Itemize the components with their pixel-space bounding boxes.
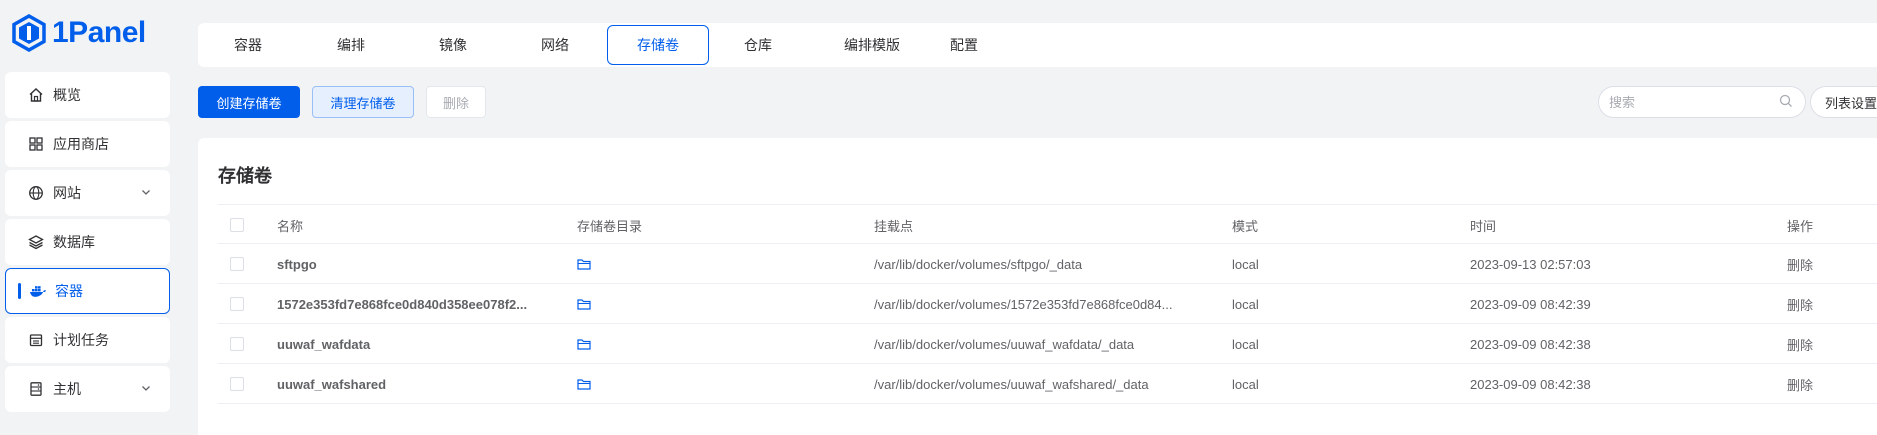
volume-name-link[interactable]: uuwaf_wafdata	[277, 324, 557, 364]
logo-hexagon-icon	[12, 14, 46, 52]
sidebar-item-label: 应用商店	[53, 136, 109, 152]
row-checkbox[interactable]	[230, 377, 244, 391]
table-row: sftpgo /var/lib/docker/volumes/sftpgo/_d…	[218, 244, 1877, 284]
sidebar-item-container[interactable]: 容器	[5, 268, 170, 314]
create-volume-button[interactable]: 创建存储卷	[198, 86, 300, 118]
volume-name-link[interactable]: sftpgo	[277, 244, 557, 284]
calendar-icon	[27, 331, 45, 349]
search-input[interactable]	[1609, 94, 1779, 110]
time-text: 2023-09-09 08:42:38	[1470, 376, 1591, 392]
column-header-mode: 模式	[1232, 218, 1259, 234]
tab-settings[interactable]: 配置	[926, 25, 1002, 65]
search-box	[1598, 86, 1806, 118]
row-checkbox[interactable]	[230, 257, 244, 271]
table-row: uuwaf_wafdata /var/lib/docker/volumes/uu…	[218, 324, 1877, 364]
mode-text: local	[1232, 336, 1259, 352]
logo-text: 1Panel	[52, 16, 146, 49]
card-title: 存储卷	[218, 166, 272, 186]
search-icon[interactable]	[1779, 94, 1793, 111]
sidebar-item-label: 主机	[53, 381, 81, 397]
sidebar-item-label: 数据库	[53, 234, 95, 250]
column-header-mountpoint: 挂载点	[874, 218, 914, 234]
tab-networks[interactable]: 网络	[517, 25, 593, 65]
globe-icon	[27, 184, 45, 202]
time-text: 2023-09-09 08:42:39	[1470, 296, 1591, 312]
layers-icon	[27, 233, 45, 251]
prune-volumes-button[interactable]: 清理存储卷	[312, 86, 414, 118]
row-delete-button[interactable]: 删除	[1787, 244, 1813, 284]
volumes-table: 名称 存储卷目录 挂载点 模式 时间 操作 sftpgo /var/lib/do…	[218, 204, 1877, 404]
sidebar-item-website[interactable]: 网站	[5, 170, 170, 216]
select-all-checkbox[interactable]	[230, 218, 244, 232]
mode-text: local	[1232, 376, 1259, 392]
folder-icon[interactable]	[577, 324, 591, 364]
mode-text: local	[1232, 296, 1259, 312]
column-header-name[interactable]: 名称	[277, 205, 303, 245]
mountpoint-text: /var/lib/docker/volumes/sftpgo/_data	[874, 256, 1083, 272]
column-settings-button[interactable]: 列表设置	[1810, 86, 1877, 118]
time-text: 2023-09-09 08:42:38	[1470, 336, 1591, 352]
sidebar-item-label: 容器	[55, 283, 83, 299]
app-logo[interactable]: 1Panel	[12, 14, 146, 52]
sidebar-item-app-store[interactable]: 应用商店	[5, 121, 170, 167]
table-row: uuwaf_wafshared /var/lib/docker/volumes/…	[218, 364, 1877, 404]
home-icon	[27, 86, 45, 104]
mountpoint-text: /var/lib/docker/volumes/uuwaf_wafdata/_d…	[874, 336, 1135, 352]
time-text: 2023-09-13 02:57:03	[1470, 256, 1591, 272]
tab-compose-templates[interactable]: 编排模版	[824, 25, 920, 65]
folder-icon[interactable]	[577, 364, 591, 404]
volume-name-link[interactable]: 1572e353fd7e868fce0d840d358ee078f2...	[277, 284, 557, 324]
column-header-time: 时间	[1470, 218, 1497, 234]
sidebar-item-label: 网站	[53, 185, 81, 201]
tab-containers[interactable]: 容器	[210, 25, 286, 65]
sidebar-item-overview[interactable]: 概览	[5, 72, 170, 118]
server-icon	[27, 380, 45, 398]
grid-icon	[27, 135, 45, 153]
sidebar-item-label: 计划任务	[53, 332, 109, 348]
mode-text: local	[1232, 256, 1259, 272]
sidebar-item-host[interactable]: 主机	[5, 366, 170, 412]
table-header: 名称 存储卷目录 挂载点 模式 时间 操作	[218, 204, 1877, 244]
row-checkbox[interactable]	[230, 337, 244, 351]
tab-images[interactable]: 镜像	[415, 25, 491, 65]
sidebar: 1Panel 概览 应用商店 网站 数据库 容器 计划任务 主机	[0, 0, 178, 435]
top-tab-bar: 容器 编排 镜像 网络 存储卷 仓库 编排模版 配置	[198, 23, 1877, 67]
docker-icon	[29, 282, 47, 300]
tab-volumes[interactable]: 存储卷	[607, 25, 709, 65]
mountpoint-text: /var/lib/docker/volumes/1572e353fd7e868f…	[874, 296, 1173, 312]
chevron-down-icon	[140, 185, 152, 201]
tab-registries[interactable]: 仓库	[720, 25, 796, 65]
delete-button[interactable]: 删除	[426, 86, 486, 118]
row-delete-button[interactable]: 删除	[1787, 324, 1813, 364]
active-indicator	[18, 283, 21, 299]
column-header-actions: 操作	[1787, 218, 1814, 234]
chevron-down-icon	[140, 381, 152, 397]
folder-icon[interactable]	[577, 244, 591, 284]
sidebar-item-database[interactable]: 数据库	[5, 219, 170, 265]
tab-compose[interactable]: 编排	[313, 25, 389, 65]
sidebar-item-cron-jobs[interactable]: 计划任务	[5, 317, 170, 363]
column-header-directory: 存储卷目录	[577, 218, 643, 234]
mountpoint-text: /var/lib/docker/volumes/uuwaf_wafshared/…	[874, 376, 1149, 392]
sidebar-item-label: 概览	[53, 87, 81, 103]
volume-name-link[interactable]: uuwaf_wafshared	[277, 364, 557, 404]
table-row: 1572e353fd7e868fce0d840d358ee078f2... /v…	[218, 284, 1877, 324]
row-checkbox[interactable]	[230, 297, 244, 311]
folder-icon[interactable]	[577, 284, 591, 324]
row-delete-button[interactable]: 删除	[1787, 284, 1813, 324]
row-delete-button[interactable]: 删除	[1787, 364, 1813, 404]
volumes-card: 存储卷 名称 存储卷目录 挂载点 模式 时间 操作 sftpgo /var/li…	[198, 138, 1877, 435]
